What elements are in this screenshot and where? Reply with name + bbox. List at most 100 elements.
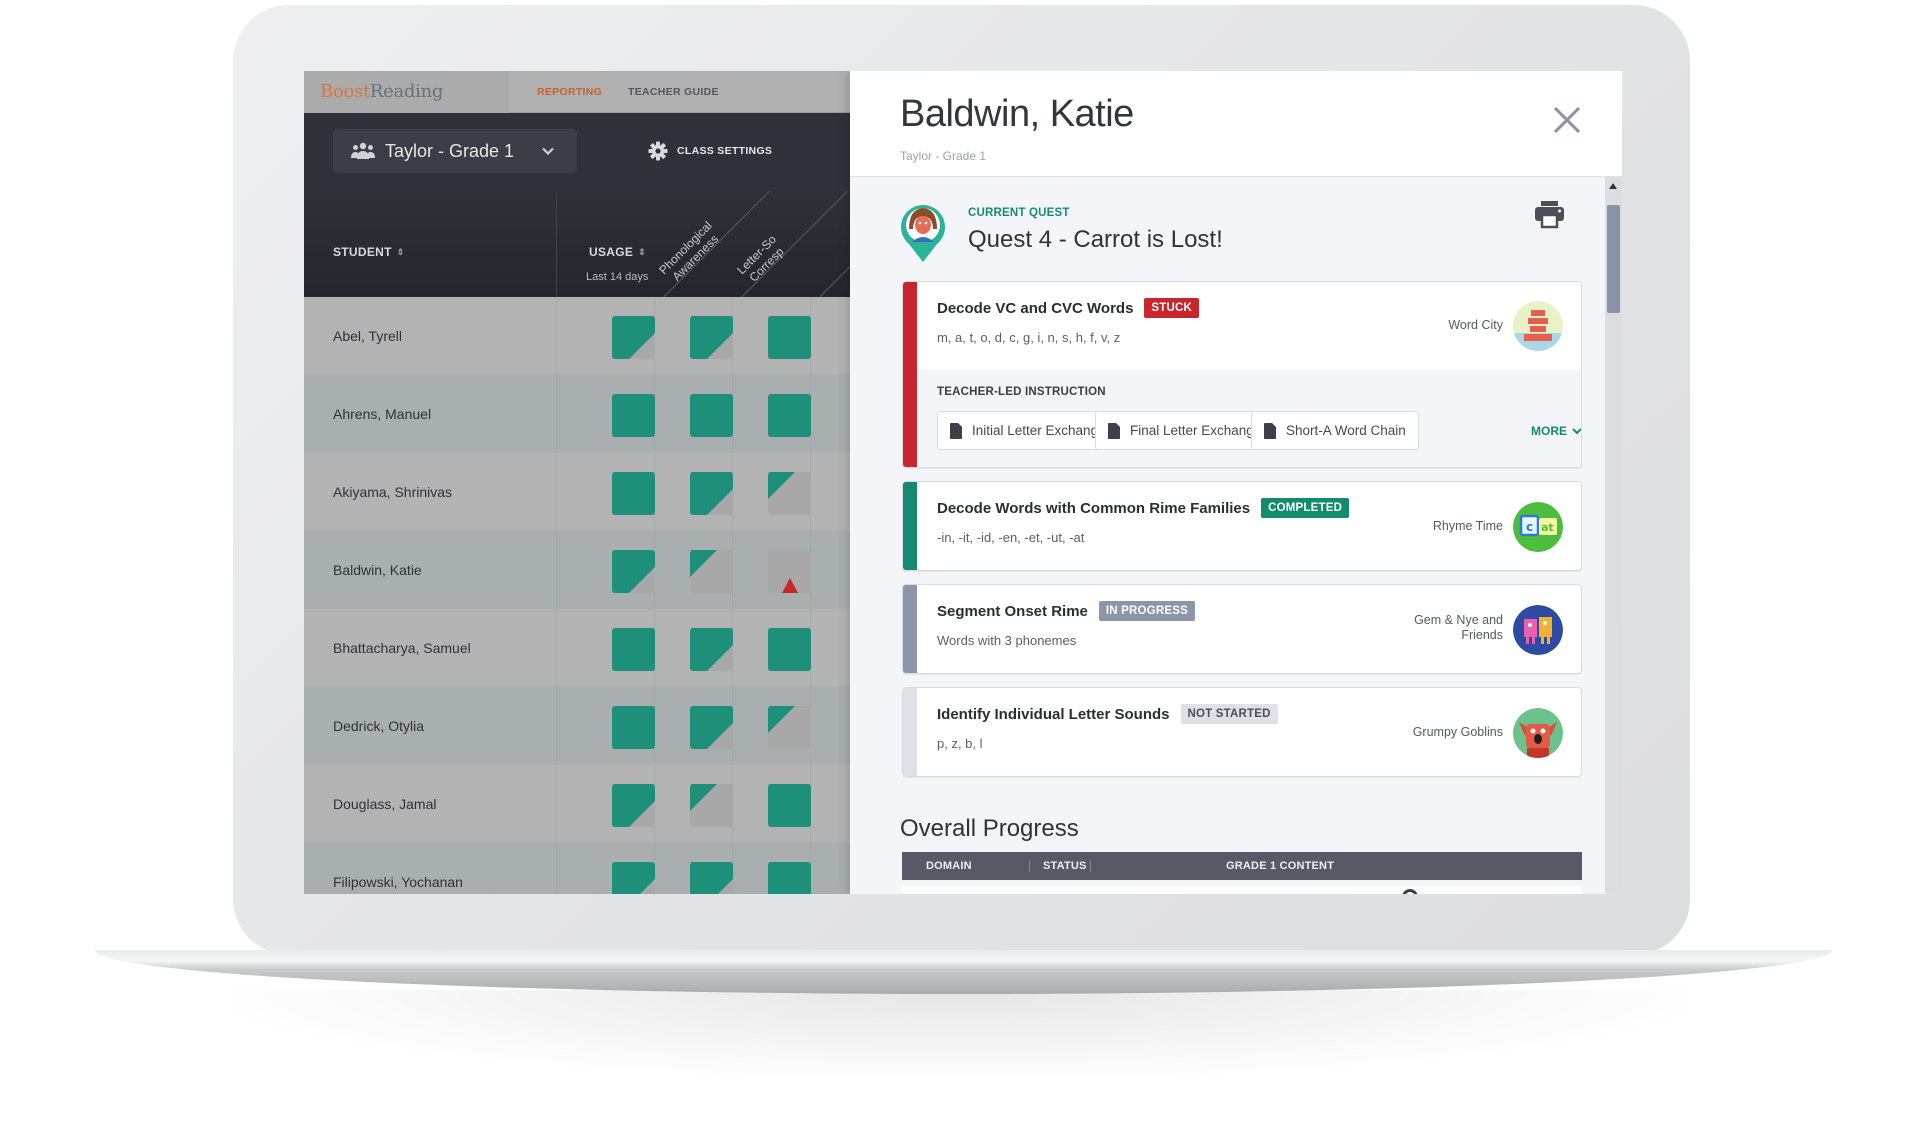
- student-name-cell[interactable]: Ahrens, Manuel: [333, 406, 431, 422]
- column-divider-diagonal: [819, 190, 850, 298]
- student-row[interactable]: Baldwin, Katie27 m: [304, 531, 850, 609]
- close-icon[interactable]: [1552, 105, 1582, 135]
- scroll-up-arrow-icon[interactable]: [1609, 183, 1617, 189]
- student-row[interactable]: Filipowski, Yochanan29 m: [304, 843, 850, 894]
- nav-teacher-guide[interactable]: TEACHER GUIDE: [628, 86, 719, 98]
- skill-card-in-progress: Segment Onset Rime IN PROGRESS Words wit…: [902, 584, 1582, 674]
- skill-progress-most[interactable]: [690, 862, 733, 894]
- print-icon[interactable]: [1533, 199, 1566, 229]
- skill-progress-most[interactable]: [690, 316, 733, 359]
- overall-progress-table-header: DOMAIN STATUS GRADE 1 CONTENT: [902, 852, 1582, 880]
- skill-progress-full[interactable]: [612, 394, 655, 437]
- student-row[interactable]: Douglass, Jamal31 m: [304, 765, 850, 843]
- game-name: Gem & Nye and Friends: [1414, 613, 1503, 643]
- skill-card-title: Segment Onset Rime IN PROGRESS: [937, 601, 1195, 621]
- status-bar: [903, 482, 917, 570]
- skill-progress-most[interactable]: [612, 862, 655, 894]
- logo-reading: Reading: [369, 81, 444, 102]
- skill-progress-full[interactable]: [612, 628, 655, 671]
- skill-detail: Words with 3 phonemes: [937, 633, 1077, 648]
- skill-progress-most[interactable]: [612, 550, 655, 593]
- student-name-cell[interactable]: Akiyama, Shrinivas: [333, 484, 452, 500]
- student-row[interactable]: Ahrens, Manuel26 m: [304, 375, 850, 453]
- document-icon: [1108, 422, 1120, 439]
- class-select-value: Taylor - Grade 1: [385, 141, 515, 161]
- skill-progress-full[interactable]: [612, 706, 655, 749]
- skill-progress-most[interactable]: [690, 628, 733, 671]
- column-header-phonological-awareness[interactable]: Phonological Awareness: [656, 219, 724, 287]
- class-select-dropdown[interactable]: Taylor - Grade 1: [333, 129, 577, 173]
- student-rows: Abel, Tyrell41 mAhrens, Manuel26 mAkiyam…: [304, 297, 850, 894]
- student-name: Baldwin, Katie: [900, 93, 1134, 135]
- column-header-usage[interactable]: USAGE ⇕: [589, 245, 646, 259]
- student-row[interactable]: Dedrick, Otylia27 m: [304, 687, 850, 765]
- status-bar: [903, 688, 917, 776]
- skill-progress-full[interactable]: [768, 628, 811, 671]
- skill-progress-some[interactable]: [690, 784, 733, 827]
- skill-progress-full[interactable]: [768, 862, 811, 894]
- word-city-game-icon[interactable]: [1513, 301, 1563, 351]
- resource-initial-letter-exchange[interactable]: Initial Letter Exchange: [937, 411, 1119, 450]
- skill-progress-some[interactable]: [690, 550, 733, 593]
- column-header-status[interactable]: STATUS: [1043, 860, 1087, 872]
- column-header-student[interactable]: STUDENT ⇕: [333, 245, 405, 259]
- column-separator: [1090, 860, 1091, 872]
- chevron-down-icon: [1572, 428, 1581, 435]
- status-badge: IN PROGRESS: [1098, 601, 1195, 621]
- column-header-domain[interactable]: DOMAIN: [926, 860, 972, 872]
- student-name-cell[interactable]: Douglass, Jamal: [333, 796, 437, 812]
- skill-card-title: Decode Words with Common Rime Families C…: [937, 498, 1350, 518]
- status-badge: NOT STARTED: [1180, 704, 1278, 724]
- skill-progress-full[interactable]: [768, 394, 811, 437]
- class-settings-button[interactable]: CLASS SETTINGS: [648, 140, 772, 162]
- skill-progress-most[interactable]: [612, 784, 655, 827]
- logo-boost: Boost: [320, 81, 370, 102]
- scrollbar-thumb[interactable]: [1607, 205, 1620, 313]
- skill-progress-some[interactable]: [768, 472, 811, 515]
- skill-progress-most[interactable]: [690, 706, 733, 749]
- svg-text:at: at: [1541, 521, 1554, 534]
- column-header-usage-label: USAGE: [589, 245, 634, 259]
- skill-progress-full[interactable]: [690, 394, 733, 437]
- student-class: Taylor - Grade 1: [900, 149, 987, 163]
- people-group-icon: [351, 142, 375, 159]
- student-name-cell[interactable]: Dedrick, Otylia: [333, 718, 424, 734]
- skill-card-title: Identify Individual Letter Sounds NOT ST…: [937, 704, 1278, 724]
- status-badge: COMPLETED: [1261, 498, 1350, 518]
- column-separator: [1029, 860, 1030, 872]
- skill-progress-most[interactable]: [612, 316, 655, 359]
- chevron-down-icon: [542, 147, 554, 156]
- skill-detail: p, z, b, l: [937, 736, 983, 751]
- game-name: Word City: [1448, 318, 1503, 332]
- skill-progress-full[interactable]: [768, 784, 811, 827]
- boost-reading-logo[interactable]: BoostReading: [320, 81, 443, 102]
- game-name-line: Gem & Nye and: [1414, 613, 1503, 627]
- student-row[interactable]: Abel, Tyrell41 m: [304, 297, 850, 375]
- nav-reporting[interactable]: REPORTING: [537, 86, 602, 98]
- student-row[interactable]: Bhattacharya, Samuel35 m: [304, 609, 850, 687]
- skill-progress-stuck[interactable]: [768, 550, 811, 593]
- gem-and-nye-game-icon[interactable]: [1513, 605, 1563, 655]
- student-name-cell[interactable]: Bhattacharya, Samuel: [333, 640, 471, 656]
- more-resources-button[interactable]: MORE: [1531, 424, 1581, 438]
- student-name-cell[interactable]: Filipowski, Yochanan: [333, 874, 463, 890]
- student-name-cell[interactable]: Abel, Tyrell: [333, 328, 402, 344]
- column-header-grade-content[interactable]: GRADE 1 CONTENT: [1226, 860, 1334, 872]
- skill-detail: -in, -it, -id, -en, -et, -ut, -at: [937, 530, 1085, 545]
- student-row[interactable]: Akiyama, Shrinivas5 m: [304, 453, 850, 531]
- skill-card-title: Decode VC and CVC Words STUCK: [937, 298, 1200, 318]
- detail-header: Baldwin, Katie Taylor - Grade 1: [850, 71, 1622, 177]
- resource-short-a-word-chain[interactable]: Short-A Word Chain: [1251, 411, 1419, 450]
- skill-progress-full[interactable]: [768, 316, 811, 359]
- resource-final-letter-exchange[interactable]: Final Letter Exchange: [1095, 411, 1275, 450]
- skill-progress-full[interactable]: [612, 472, 655, 515]
- student-name-cell[interactable]: Baldwin, Katie: [333, 562, 422, 578]
- skill-progress-some[interactable]: [768, 706, 811, 749]
- column-header-letter-sound[interactable]: Letter-So Corresp: [734, 232, 789, 287]
- teacher-led-instruction: TEACHER-LED INSTRUCTION Initial Letter E…: [917, 369, 1581, 467]
- rhyme-time-game-icon[interactable]: c at: [1513, 502, 1563, 552]
- grumpy-goblins-game-icon[interactable]: [1513, 708, 1563, 758]
- skill-progress-most[interactable]: [690, 472, 733, 515]
- scrollbar[interactable]: [1605, 177, 1622, 894]
- resource-label: Short-A Word Chain: [1286, 423, 1406, 438]
